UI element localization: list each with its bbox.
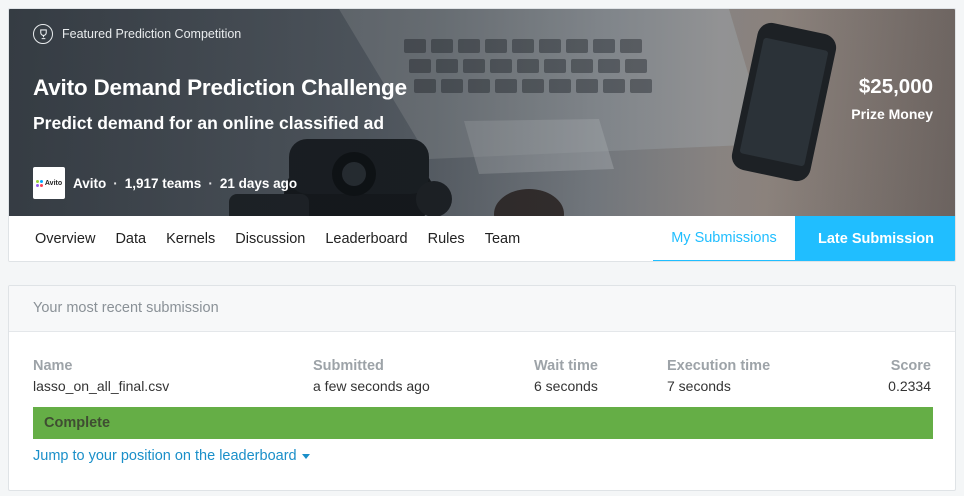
recent-submission-card: Your most recent submission Name lasso_o… (8, 285, 956, 491)
score-value: 0.2334 (888, 378, 931, 394)
submitted-label: Submitted (313, 358, 384, 374)
jump-link-label: Jump to your position on the leaderboard (33, 448, 297, 464)
execution-time-label: Execution time (667, 358, 771, 374)
wait-time-label: Wait time (534, 358, 598, 374)
separator: · (208, 175, 213, 191)
avito-logo-icon (35, 179, 43, 187)
prize-amount: $25,000 (858, 75, 933, 98)
tab-kernels[interactable]: Kernels (166, 216, 215, 261)
status-complete-bar: Complete (33, 407, 933, 439)
caret-down-icon (301, 453, 310, 459)
submitted-value: a few seconds ago (313, 378, 430, 394)
tab-data[interactable]: Data (115, 216, 146, 261)
competition-header: Featured Prediction Competition Avito De… (8, 8, 956, 262)
tab-my-submissions[interactable]: My Submissions (653, 216, 795, 261)
score-label: Score (890, 358, 931, 374)
team-count[interactable]: 1,917 teams (125, 176, 202, 191)
execution-time-column: Execution time 7 seconds (667, 358, 770, 394)
featured-label: Featured Prediction Competition (62, 27, 242, 41)
tab-leaderboard[interactable]: Leaderboard (325, 216, 407, 261)
competition-nav: Overview Data Kernels Discussion Leaderb… (9, 216, 955, 261)
competition-banner: Featured Prediction Competition Avito De… (9, 9, 955, 216)
score-column: Score 0.2334 (888, 358, 931, 394)
wait-time-value: 6 seconds (534, 378, 598, 394)
wait-time-column: Wait time 6 seconds (534, 358, 598, 394)
name-column: Name lasso_on_all_final.csv (33, 358, 169, 394)
tab-team[interactable]: Team (485, 216, 520, 261)
name-label: Name (33, 358, 73, 374)
prize-label: Prize Money (851, 106, 933, 122)
separator: · (113, 175, 118, 191)
host-logo[interactable]: Avito (33, 167, 65, 199)
featured-badge: Featured Prediction Competition (33, 24, 241, 44)
late-submission-button[interactable]: Late Submission (795, 216, 955, 261)
submission-filename: lasso_on_all_final.csv (33, 378, 170, 394)
trophy-icon (33, 24, 53, 44)
competition-subtitle: Predict demand for an online classified … (33, 113, 385, 133)
tab-discussion[interactable]: Discussion (235, 216, 305, 261)
jump-to-leaderboard-link[interactable]: Jump to your position on the leaderboard (33, 448, 310, 464)
tab-rules[interactable]: Rules (428, 216, 465, 261)
host-name[interactable]: Avito (73, 176, 106, 191)
submission-card-header: Your most recent submission (9, 286, 955, 332)
host-info: Avito Avito · 1,917 teams · 21 days ago (33, 167, 297, 199)
competition-title: Avito Demand Prediction Challenge (33, 75, 407, 100)
prize-block: $25,000 Prize Money (851, 75, 933, 122)
tab-overview[interactable]: Overview (35, 216, 95, 261)
execution-time-value: 7 seconds (667, 378, 731, 394)
submitted-column: Submitted a few seconds ago (313, 358, 430, 394)
competition-age: 21 days ago (219, 175, 298, 191)
